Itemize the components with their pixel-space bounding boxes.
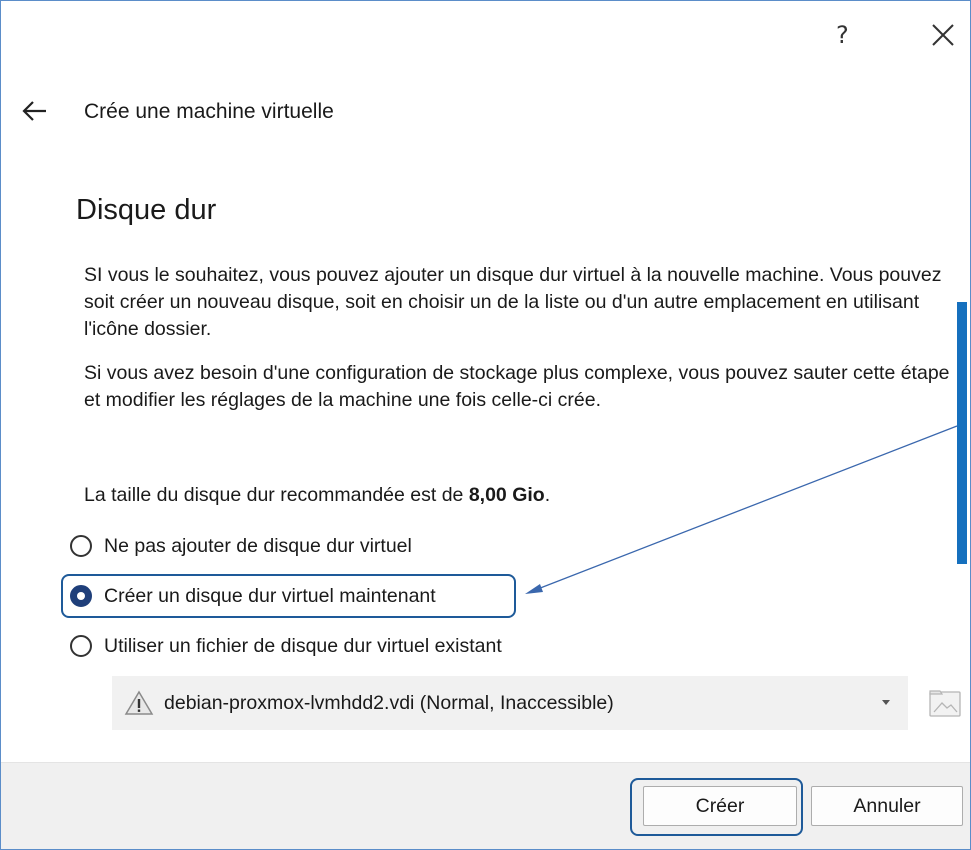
page-title: Disque dur [76, 194, 217, 226]
existing-disk-select[interactable]: debian-proxmox-lvmhdd2.vdi (Normal, Inac… [112, 676, 908, 730]
recommendation-suffix: . [544, 484, 551, 506]
recommendation-text: La taille du disque dur recommandée est … [84, 482, 954, 509]
radio-label: Utiliser un fichier de disque dur virtue… [104, 634, 502, 657]
annotation-bar [957, 302, 967, 564]
radio-label: Ne pas ajouter de disque dur virtuel [104, 534, 412, 557]
close-icon [932, 24, 954, 46]
radio-button-icon[interactable] [70, 635, 92, 657]
intro-paragraph: SI vous le souhaitez, vous pouvez ajoute… [84, 264, 942, 340]
back-arrow-icon[interactable] [20, 96, 50, 126]
radio-no-disk[interactable]: Ne pas ajouter de disque dur virtuel [70, 531, 412, 561]
help-button[interactable]: ? [836, 20, 849, 50]
dropdown-arrow-icon[interactable] [882, 700, 890, 705]
warning-icon [124, 690, 154, 715]
cancel-button[interactable]: Annuler [811, 786, 963, 826]
advanced-paragraph: Si vous avez besoin d'une configuration … [84, 362, 950, 411]
recommended-size: 8,00 Gio [468, 484, 545, 506]
annotation-highlight-create [630, 778, 803, 836]
radio-existing-disk[interactable]: Utiliser un fichier de disque dur virtue… [70, 631, 502, 661]
recommendation-prefix: La taille du disque dur recommandée est … [84, 484, 469, 506]
close-button[interactable] [928, 20, 958, 50]
disk-select-value: debian-proxmox-lvmhdd2.vdi (Normal, Inac… [164, 691, 614, 714]
folder-icon[interactable] [926, 684, 964, 720]
radio-button-icon[interactable] [70, 535, 92, 557]
window-title: Crée une machine virtuelle [84, 100, 334, 123]
annotation-highlight-option [61, 574, 516, 618]
